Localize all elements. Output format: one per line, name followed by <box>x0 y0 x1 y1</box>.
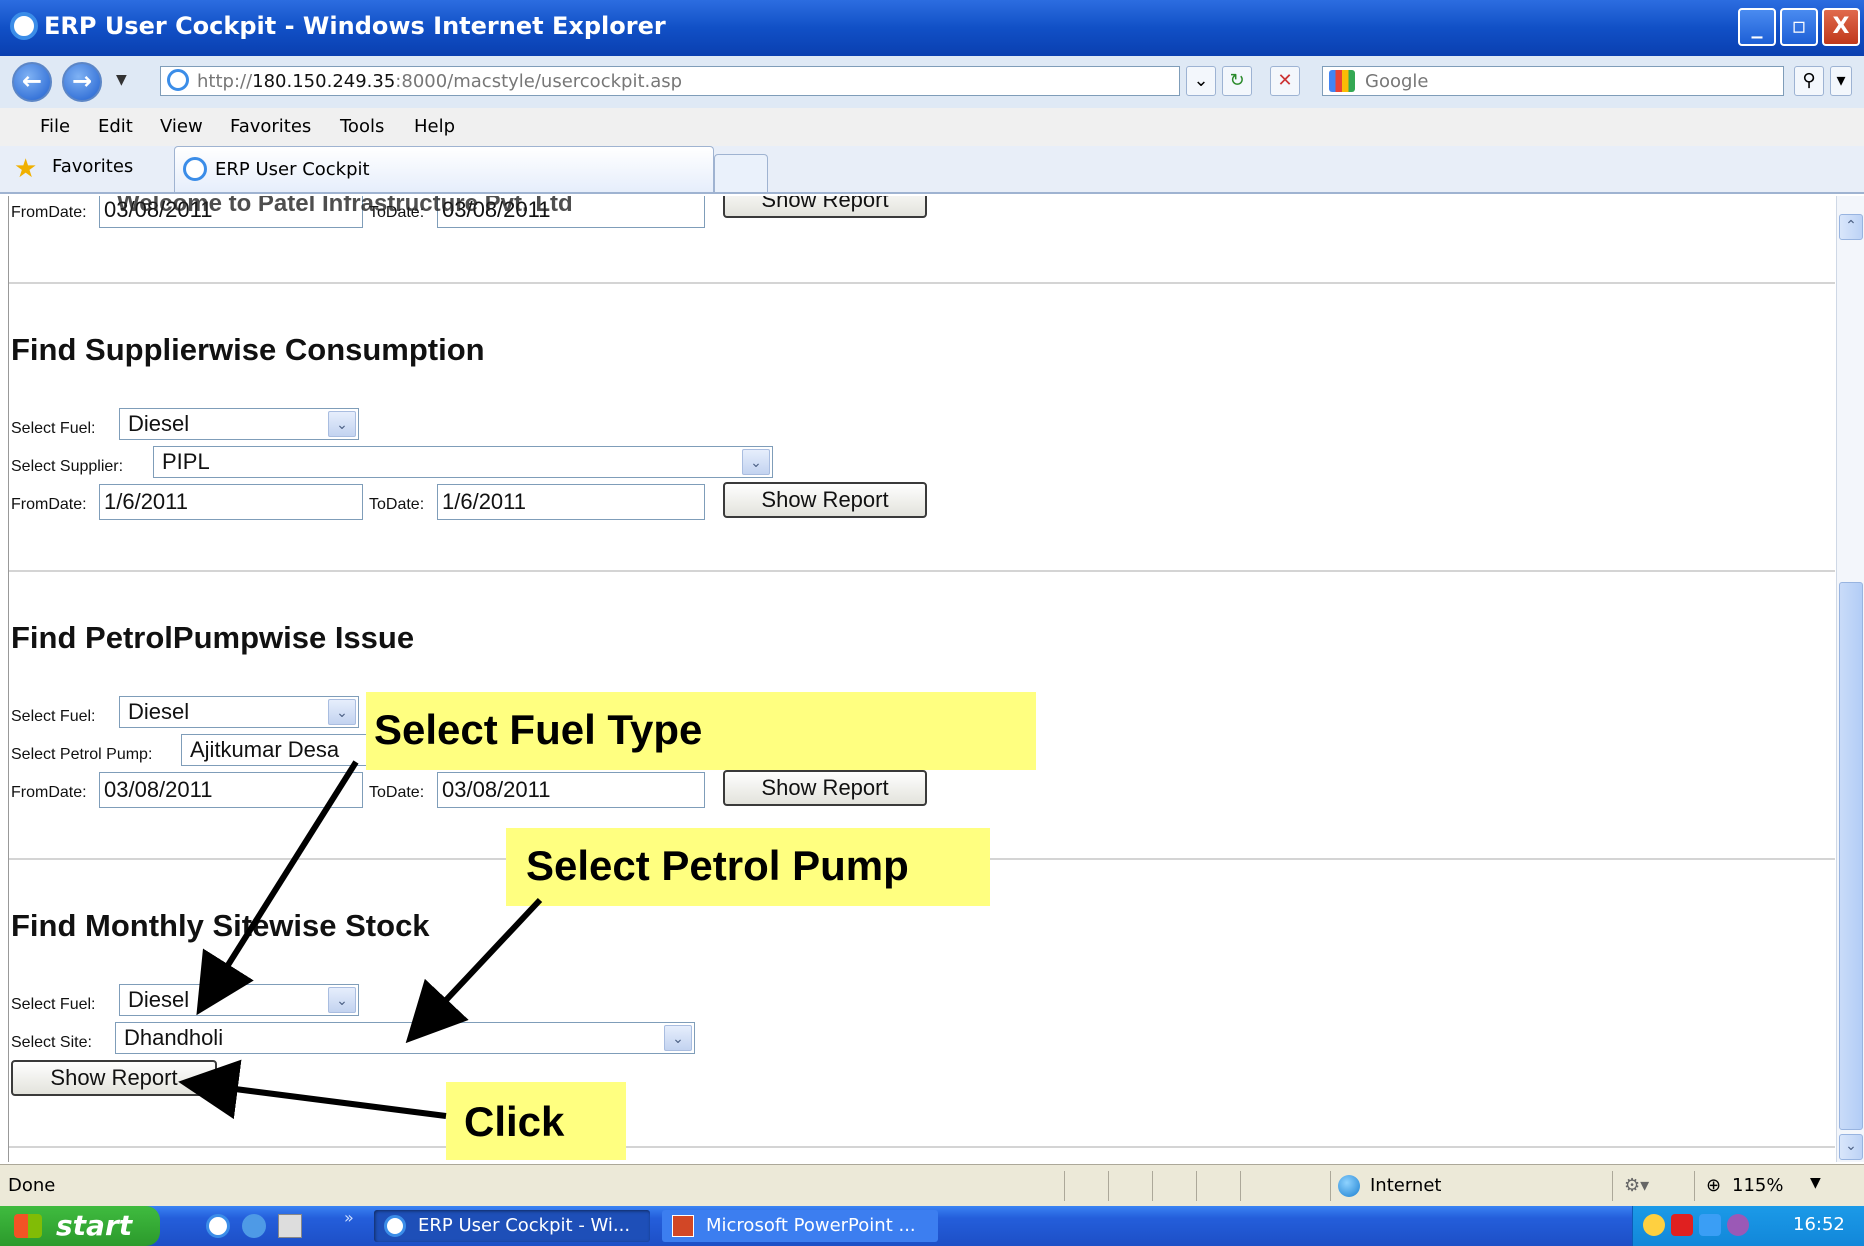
status-divider <box>1196 1171 1197 1201</box>
taskbar: start » ERP User Cockpit - Wi... Microso… <box>0 1206 1864 1246</box>
status-divider <box>1064 1171 1065 1201</box>
status-bar: Done Internet ⚙▾ ⊕ 115% ▼ <box>0 1164 1864 1207</box>
globe-icon <box>1338 1175 1360 1197</box>
quicklaunch-more-icon[interactable]: » <box>344 1208 354 1227</box>
status-divider <box>1108 1171 1109 1201</box>
status-divider <box>1240 1171 1241 1201</box>
powerpoint-icon <box>672 1215 694 1237</box>
taskbar-item-powerpoint[interactable]: Microsoft PowerPoint ... <box>662 1210 938 1242</box>
start-button[interactable]: start <box>0 1206 160 1246</box>
clock[interactable]: 16:52 <box>1793 1214 1845 1235</box>
windows-logo-icon <box>14 1214 42 1238</box>
zoom-dropdown-icon[interactable]: ▼ <box>1810 1175 1821 1191</box>
annotation-arrows <box>178 760 543 1120</box>
taskbar-item-ie[interactable]: ERP User Cockpit - Wi... <box>374 1210 650 1242</box>
status-divider <box>1330 1171 1331 1201</box>
status-divider <box>1152 1171 1153 1201</box>
arrow-fuel <box>196 760 359 1016</box>
tray-icon[interactable] <box>1671 1214 1693 1236</box>
arrow-pump <box>405 897 543 1044</box>
tray-icon[interactable] <box>1727 1214 1749 1236</box>
arrow-click <box>178 1059 447 1120</box>
tray-icon[interactable] <box>1643 1214 1665 1236</box>
system-tray: 16:52 <box>1632 1206 1864 1246</box>
status-text: Done <box>8 1175 56 1196</box>
taskbar-item-ie-label: ERP User Cockpit - Wi... <box>418 1215 631 1236</box>
start-label: start <box>56 1209 133 1242</box>
zoom-icon[interactable]: ⊕ <box>1706 1175 1721 1196</box>
status-divider <box>1694 1171 1695 1201</box>
app-quicklaunch-icon[interactable] <box>278 1214 302 1238</box>
taskbar-item-powerpoint-label: Microsoft PowerPoint ... <box>706 1215 916 1236</box>
status-divider <box>1612 1171 1613 1201</box>
ie-icon <box>384 1215 406 1237</box>
tray-icon[interactable] <box>1699 1214 1721 1236</box>
protected-mode-icon[interactable]: ⚙▾ <box>1624 1175 1649 1196</box>
ie-quicklaunch-icon[interactable] <box>206 1214 230 1238</box>
zoom-level[interactable]: 115% <box>1732 1175 1783 1196</box>
browser-quicklaunch-icon[interactable] <box>242 1214 266 1238</box>
zone-text: Internet <box>1370 1175 1442 1196</box>
